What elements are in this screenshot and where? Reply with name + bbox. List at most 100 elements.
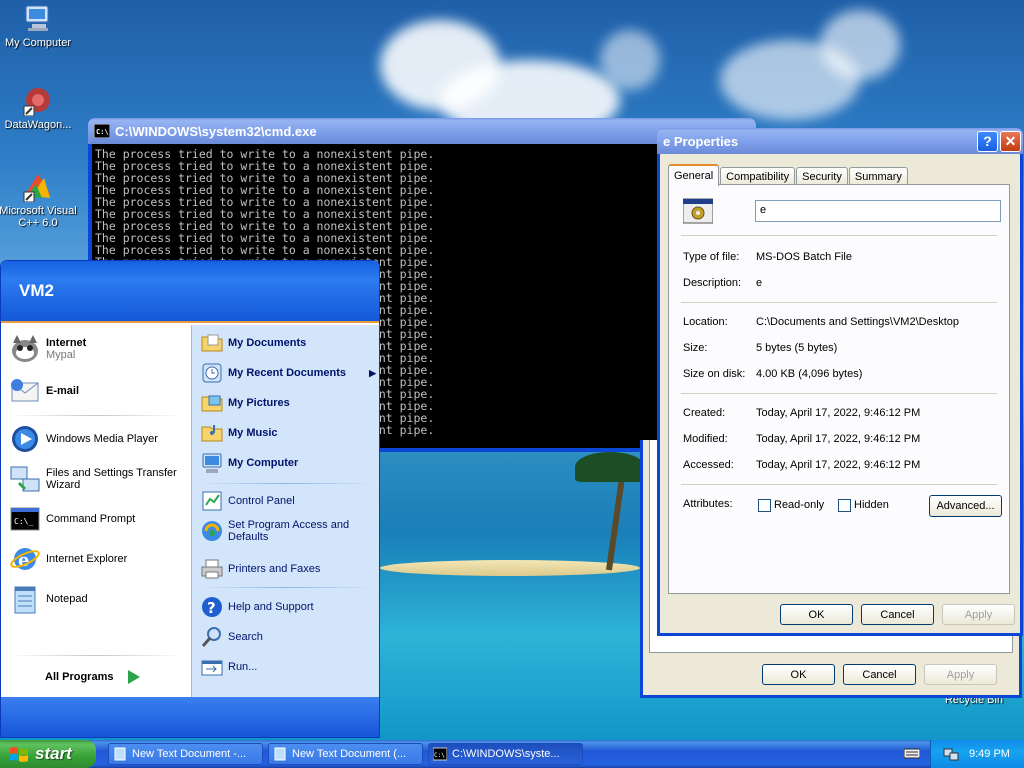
cancel-button[interactable]: Cancel bbox=[861, 604, 934, 625]
start-item-notepad[interactable]: Notepad bbox=[9, 583, 88, 615]
start-item-transfer-wizard-label: Files and Settings Transfer Wizard bbox=[46, 467, 177, 491]
keyboard-icon[interactable] bbox=[903, 746, 921, 760]
desktop-icon-visual-cpp[interactable]: Microsoft Visual C++ 6.0 bbox=[0, 170, 80, 229]
green-arrow-icon bbox=[124, 668, 143, 686]
submenu-arrow-icon: ▶ bbox=[369, 367, 376, 378]
start-right-set-program-access[interactable]: Set Program Access and Defaults bbox=[200, 519, 370, 543]
size-value: 5 bytes (5 bytes) bbox=[756, 342, 838, 354]
network-icon[interactable] bbox=[943, 746, 959, 762]
back-cancel-button[interactable]: Cancel bbox=[843, 664, 916, 685]
desktop-icon-label: My Computer bbox=[4, 37, 72, 49]
start-right-my-documents[interactable]: My Documents bbox=[200, 331, 306, 355]
start-item-email[interactable]: E-mail bbox=[9, 375, 79, 407]
start-right-my-recent-documents[interactable]: My Recent Documents ▶ bbox=[200, 361, 376, 385]
taskbar-button-text-document-1[interactable]: New Text Document -... bbox=[108, 743, 263, 765]
separator bbox=[681, 484, 997, 485]
properties-window[interactable]: e Properties ? ✕ General Compatibility S… bbox=[657, 128, 1023, 636]
filename-input[interactable]: e bbox=[755, 200, 1001, 222]
separator bbox=[681, 393, 997, 394]
cmd-title-bar[interactable]: C:\ C:\WINDOWS\system32\cmd.exe bbox=[88, 118, 756, 144]
recent-documents-icon bbox=[200, 361, 224, 385]
start-menu-right-pane: My Documents My Recent Documents ▶ My Pi… bbox=[191, 325, 379, 697]
start-item-transfer-wizard[interactable]: Files and Settings Transfer Wizard bbox=[9, 463, 189, 495]
mypal-icon bbox=[9, 333, 41, 365]
program-access-icon bbox=[200, 519, 224, 543]
start-right-control-panel[interactable]: Control Panel bbox=[200, 489, 295, 513]
svg-text:?: ? bbox=[207, 599, 216, 617]
start-item-internet-sub: Mypal bbox=[46, 349, 76, 361]
start-right-label: Control Panel bbox=[228, 495, 295, 507]
location-label: Location: bbox=[683, 316, 728, 328]
start-menu-separator bbox=[198, 587, 375, 588]
all-programs-button[interactable]: All Programs bbox=[45, 667, 143, 687]
taskbar-button-cmd[interactable]: C:\ C:\WINDOWS\syste... bbox=[428, 743, 583, 765]
created-value: Today, April 17, 2022, 9:46:12 PM bbox=[756, 407, 921, 419]
readonly-label[interactable]: Read-only bbox=[774, 499, 824, 511]
desktop-icon-label: Microsoft Visual C++ 6.0 bbox=[0, 205, 77, 229]
start-menu-separator bbox=[7, 415, 185, 416]
description-label: Description: bbox=[683, 277, 742, 289]
properties-title-bar[interactable]: e Properties ? ✕ bbox=[657, 128, 1023, 154]
svg-text:C:\_: C:\_ bbox=[14, 517, 33, 526]
help-button[interactable]: ? bbox=[977, 130, 998, 152]
palm-tree bbox=[606, 470, 626, 571]
datawagon-icon bbox=[22, 84, 54, 117]
start-item-media-player-label: Windows Media Player bbox=[46, 433, 158, 445]
desktop[interactable]: My Computer DataWagon... Microsoft Visua… bbox=[0, 0, 1024, 740]
start-label: start bbox=[35, 744, 72, 763]
taskbar-button-label: New Text Document -... bbox=[132, 748, 247, 760]
folder-documents-icon bbox=[200, 331, 224, 355]
readonly-checkbox[interactable] bbox=[758, 499, 771, 512]
hidden-checkbox[interactable] bbox=[838, 499, 851, 512]
start-right-label: My Computer bbox=[228, 457, 299, 469]
created-label: Created: bbox=[683, 407, 726, 419]
start-item-internet-explorer[interactable]: e Internet Explorer bbox=[9, 543, 127, 575]
back-ok-button[interactable]: OK bbox=[762, 664, 835, 685]
close-button[interactable]: ✕ bbox=[1000, 130, 1021, 152]
start-right-label: My Music bbox=[228, 427, 278, 439]
start-right-search[interactable]: Search bbox=[200, 625, 263, 649]
start-item-command-prompt[interactable]: C:\_ Command Prompt bbox=[9, 503, 135, 535]
my-computer-icon bbox=[22, 2, 54, 34]
start-right-printers-faxes[interactable]: Printers and Faxes bbox=[200, 557, 320, 581]
start-right-label: Run... bbox=[228, 661, 258, 673]
all-programs-label: All Programs bbox=[45, 671, 114, 683]
desktop-icon-datawagon[interactable]: DataWagon... bbox=[0, 84, 80, 131]
start-right-run[interactable]: Run... bbox=[200, 655, 257, 679]
tab-compatibility[interactable]: Compatibility bbox=[720, 167, 796, 185]
start-right-my-pictures[interactable]: My Pictures bbox=[200, 391, 290, 415]
help-icon: ? bbox=[200, 595, 224, 619]
start-menu[interactable]: VM2 Internet Mypal E-mail Windows Media … bbox=[0, 260, 380, 738]
tab-general[interactable]: General bbox=[668, 164, 720, 186]
ok-button[interactable]: OK bbox=[780, 604, 853, 625]
start-right-my-computer[interactable]: My Computer bbox=[200, 451, 298, 475]
my-computer-icon bbox=[200, 451, 224, 475]
start-right-my-music[interactable]: My Music bbox=[200, 421, 278, 445]
user-name: VM2 bbox=[19, 281, 54, 300]
back-apply-button[interactable]: Apply bbox=[924, 664, 997, 685]
start-right-label: Help and Support bbox=[228, 601, 314, 613]
start-right-label: Printers and Faxes bbox=[228, 563, 321, 575]
start-menu-header: VM2 bbox=[1, 261, 379, 323]
clock[interactable]: 9:49 PM bbox=[969, 748, 1010, 760]
apply-button[interactable]: Apply bbox=[942, 604, 1015, 625]
start-item-media-player[interactable]: Windows Media Player bbox=[9, 423, 158, 455]
windows-logo-icon bbox=[10, 747, 28, 762]
size-label: Size: bbox=[683, 342, 708, 354]
start-right-help-support[interactable]: ? Help and Support bbox=[200, 595, 314, 619]
hidden-label[interactable]: Hidden bbox=[854, 499, 889, 511]
taskbar-button-text-document-2[interactable]: New Text Document (... bbox=[268, 743, 423, 765]
tab-summary[interactable]: Summary bbox=[848, 167, 908, 185]
start-button[interactable]: start bbox=[0, 740, 96, 768]
start-item-internet-title: Internet bbox=[46, 337, 87, 349]
start-item-notepad-label: Notepad bbox=[46, 593, 88, 605]
start-item-internet[interactable]: Internet Mypal bbox=[9, 333, 86, 365]
advanced-button[interactable]: Advanced... bbox=[929, 495, 1002, 517]
start-item-email-title: E-mail bbox=[46, 385, 80, 397]
visual-cpp-icon bbox=[22, 170, 54, 203]
internet-explorer-icon: e bbox=[9, 543, 41, 575]
tab-security[interactable]: Security bbox=[796, 167, 848, 185]
general-tab-panel: e Type of file: MS-DOS Batch File Descri… bbox=[668, 184, 1010, 594]
desktop-icon-my-computer[interactable]: My Computer bbox=[0, 2, 80, 49]
desktop-icon-label: DataWagon... bbox=[4, 119, 72, 131]
